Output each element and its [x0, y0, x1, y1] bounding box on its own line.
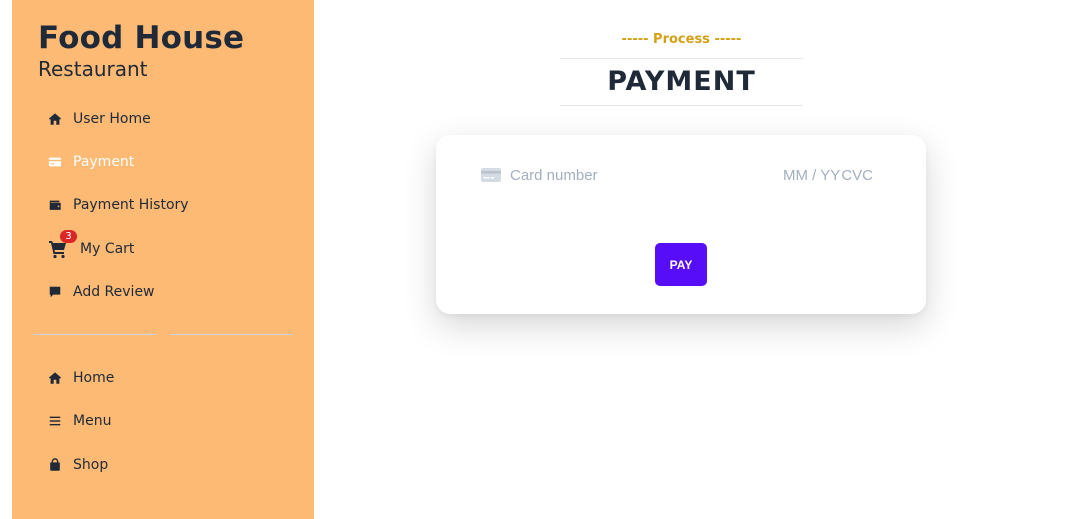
sidebar-item-label: My Cart [80, 241, 135, 257]
cvc-input[interactable] [841, 166, 873, 184]
sidebar-item-label: Payment History [73, 197, 189, 213]
sidebar-item-label: Shop [73, 457, 109, 473]
cart-count-badge: 3 [60, 230, 77, 243]
sidebar: Food House Restaurant User Home Payment … [12, 0, 314, 519]
sidebar-item-my-cart[interactable]: 3 My Cart [48, 230, 135, 262]
page-subtitle: ----- Process ----- [621, 32, 742, 47]
sidebar-item-label: Payment [73, 154, 135, 170]
page-title: PAYMENT [607, 66, 756, 97]
home-icon [48, 112, 62, 126]
card-element [481, 163, 873, 187]
sidebar-item-home[interactable]: Home [48, 365, 114, 391]
brand-title: Food House [38, 20, 245, 56]
home-icon [48, 371, 62, 385]
comment-icon [48, 285, 62, 299]
sidebar-item-label: Menu [73, 413, 112, 429]
sidebar-item-user-home[interactable]: User Home [48, 106, 151, 132]
brand-subtitle: Restaurant [38, 57, 148, 81]
credit-card-icon [48, 155, 62, 169]
heading-line-top [560, 58, 803, 59]
sidebar-item-shop[interactable]: Shop [48, 452, 108, 478]
sidebar-item-payment-history[interactable]: Payment History [48, 192, 189, 218]
sidebar-item-add-review[interactable]: Add Review [48, 279, 155, 305]
card-number-input[interactable] [510, 166, 783, 184]
pay-button[interactable]: PAY [655, 243, 707, 286]
cart-icon: 3 [48, 230, 77, 259]
menu-icon [48, 414, 62, 428]
shopping-bag-icon [48, 458, 62, 472]
divider-left [33, 334, 156, 335]
sidebar-item-label: User Home [73, 111, 151, 127]
payment-card-form: PAY [436, 135, 926, 314]
expiry-input[interactable] [783, 166, 841, 184]
sidebar-item-label: Home [73, 370, 115, 386]
sidebar-item-label: Add Review [73, 284, 155, 300]
heading-line-bottom [560, 105, 803, 106]
credit-card-icon [481, 168, 501, 182]
sidebar-item-menu[interactable]: Menu [48, 408, 111, 434]
sidebar-item-payment[interactable]: Payment [48, 149, 134, 175]
divider-right [170, 334, 292, 335]
wallet-icon [48, 198, 62, 212]
